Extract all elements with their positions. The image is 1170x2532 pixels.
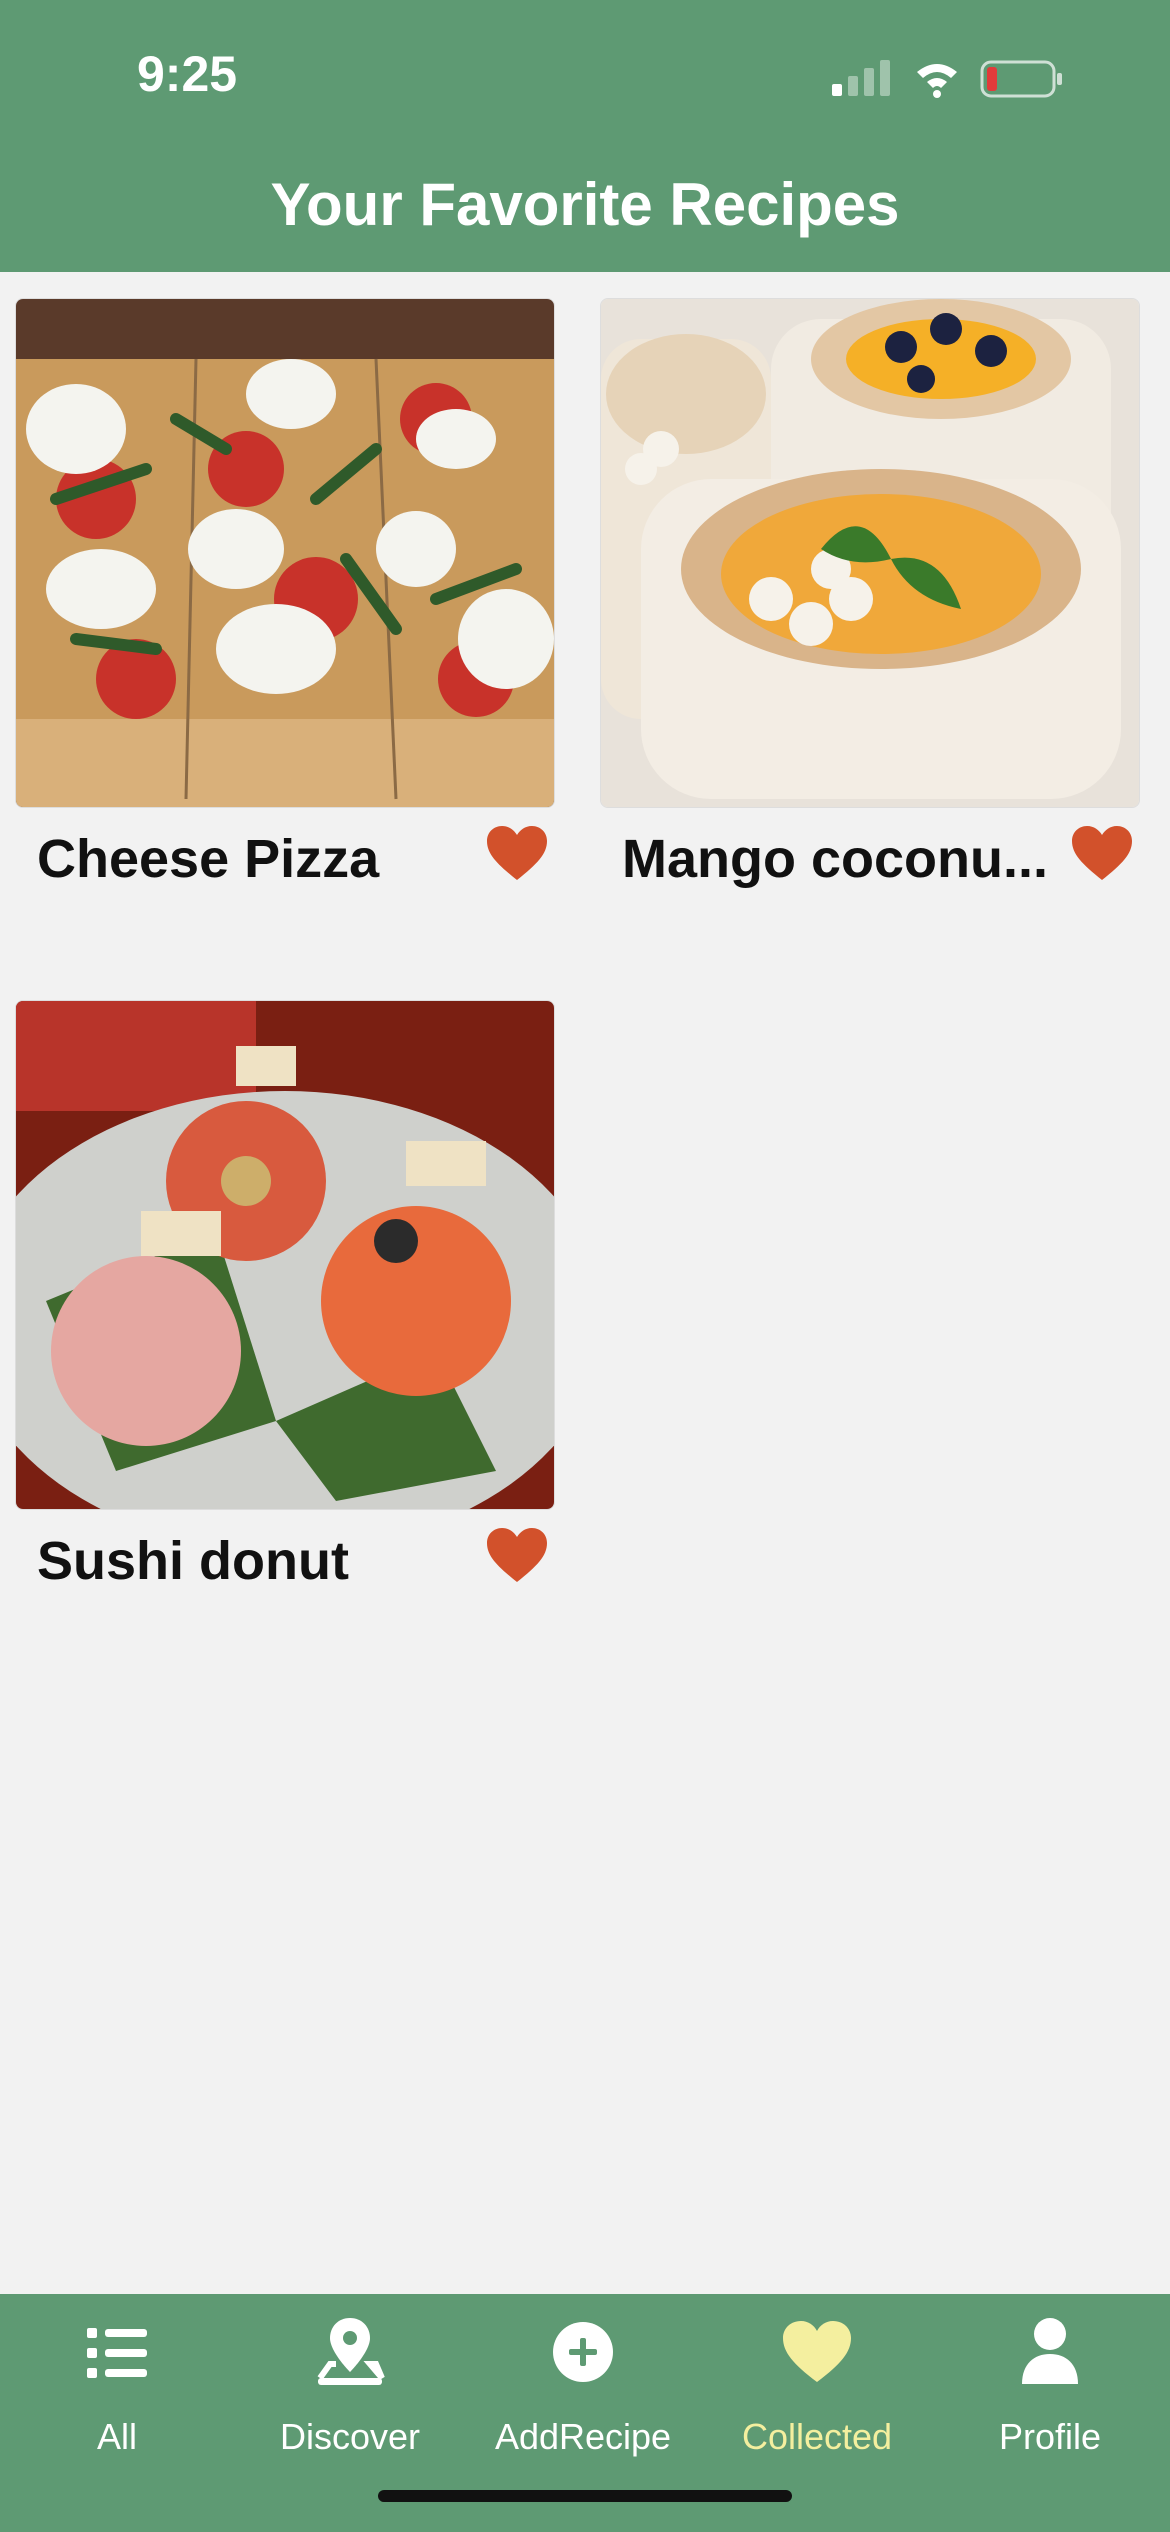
tab-collected[interactable]: Collected xyxy=(702,2294,932,2457)
recipe-name: Sushi donut xyxy=(37,1531,349,1591)
recipe-card[interactable]: Sushi donut xyxy=(15,1000,555,1591)
heart-icon xyxy=(783,2321,851,2382)
status-icons xyxy=(832,54,1092,104)
heart-icon[interactable] xyxy=(487,1528,547,1584)
signal-wifi-battery-icon xyxy=(832,60,1062,98)
tab-label: All xyxy=(96,2416,137,2457)
tab-all[interactable]: All xyxy=(2,2294,232,2457)
heart-icon[interactable] xyxy=(487,826,547,882)
tab-bar: All Discover AddRecipe Collected Profile xyxy=(0,2294,1170,2532)
recipe-photo-sushi-donut[interactable] xyxy=(15,1000,555,1510)
tab-label: Discover xyxy=(279,2416,421,2457)
home-indicator xyxy=(378,2490,792,2502)
status-bar: 9:25 xyxy=(0,0,1170,150)
tab-add-recipe[interactable]: AddRecipe xyxy=(468,2294,698,2457)
heart-icon[interactable] xyxy=(1072,826,1132,882)
list-icon xyxy=(87,2328,147,2378)
person-icon xyxy=(1022,2318,1078,2384)
tab-label: Collected xyxy=(741,2416,893,2457)
tab-discover[interactable]: Discover xyxy=(235,2294,465,2457)
page-title: Your Favorite Recipes xyxy=(270,171,900,238)
recipe-name: Mango coconu... xyxy=(622,829,1048,889)
header: Your Favorite Recipes xyxy=(0,150,1170,272)
recipe-card[interactable]: Mango coconu... xyxy=(600,298,1140,889)
status-time: 9:25 xyxy=(137,46,238,102)
map-pin-icon xyxy=(317,2318,385,2385)
tab-label: Profile xyxy=(998,2416,1102,2457)
recipe-photo-mango-coconut[interactable] xyxy=(600,298,1140,808)
tab-profile[interactable]: Profile xyxy=(935,2294,1165,2457)
recipe-card[interactable]: Cheese Pizza xyxy=(15,298,555,889)
tab-label: AddRecipe xyxy=(494,2416,672,2457)
recipe-photo-cheese-pizza[interactable] xyxy=(15,298,555,808)
plus-circle-icon xyxy=(553,2322,613,2382)
recipe-name: Cheese Pizza xyxy=(37,829,380,889)
